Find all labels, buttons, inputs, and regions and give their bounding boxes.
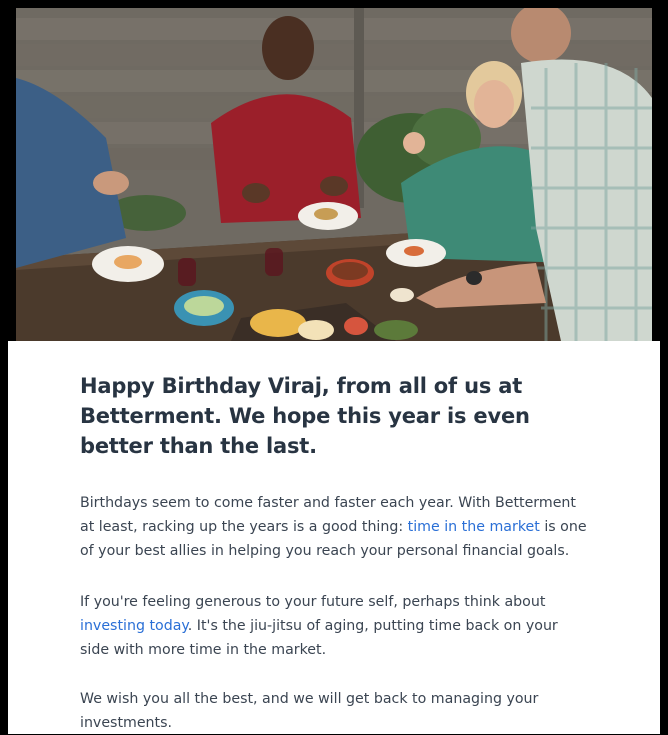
hero-illustration	[16, 8, 652, 341]
time-in-market-link[interactable]: time in the market	[408, 519, 540, 535]
hero-photo	[16, 8, 652, 341]
email-body: Happy Birthday Viraj, from all of us at …	[8, 341, 660, 734]
investing-today-link[interactable]: investing today	[80, 618, 188, 634]
paragraph-text: If you're feeling generous to your futur…	[80, 594, 546, 610]
email-frame: Happy Birthday Viraj, from all of us at …	[8, 8, 660, 734]
paragraph-wishes: We wish you all the best, and we will ge…	[80, 691, 539, 731]
headline: Happy Birthday Viraj, from all of us at …	[80, 374, 530, 458]
paragraph-birthdays: Birthdays seem to come faster and faster…	[80, 491, 590, 563]
paragraph-generous: If you're feeling generous to your futur…	[80, 590, 590, 662]
